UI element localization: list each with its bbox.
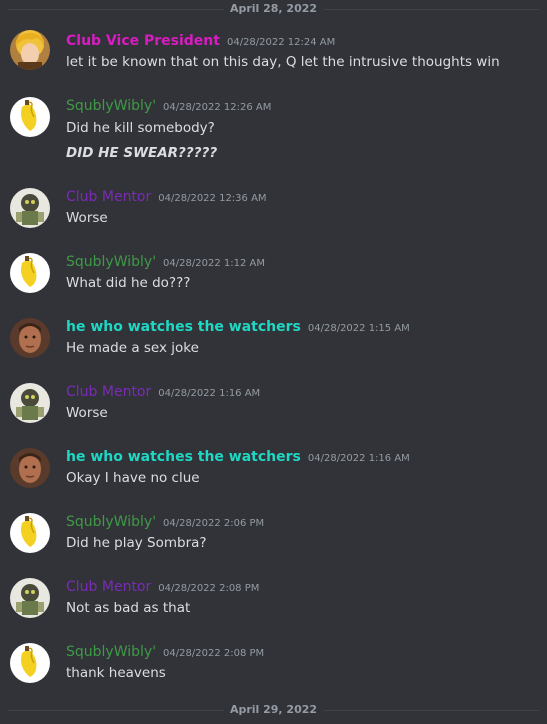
- message-text: Not as bad as that: [66, 600, 191, 616]
- divider-line: [8, 8, 224, 10]
- timestamp: 04/28/2022 12:24 AM: [226, 37, 336, 48]
- timestamp: 04/28/2022 12:36 AM: [158, 193, 267, 204]
- divider-line: [323, 8, 539, 10]
- message-header: he who watches the watchers 04/28/2022 1:…: [66, 316, 410, 339]
- username[interactable]: Club Mentor: [66, 579, 151, 595]
- banana-avatar[interactable]: [10, 513, 50, 553]
- date-divider: April 28, 2022: [8, 0, 539, 19]
- divider-date: April 28, 2022: [229, 2, 318, 15]
- message-header: Club Vice President 04/28/2022 12:24 AM: [66, 30, 335, 53]
- message-text-bold-italic: DID HE SWEAR?????: [66, 145, 218, 161]
- username[interactable]: he who watches the watchers: [66, 319, 301, 335]
- message-header: Club Mentor 04/28/2022 1:16 AM: [66, 381, 260, 404]
- username[interactable]: SqublyWibly': [66, 98, 156, 114]
- date-divider: April 29, 2022: [8, 700, 539, 720]
- timestamp: 04/28/2022 1:15 AM: [307, 323, 410, 334]
- divider-line: [323, 709, 539, 711]
- timestamp: 04/28/2022 1:12 AM: [163, 258, 265, 269]
- message-text: Worse: [66, 405, 108, 421]
- username[interactable]: Club Vice President: [66, 33, 220, 49]
- timestamp: 04/28/2022 1:16 AM: [307, 453, 410, 464]
- message-text: thank heavens: [66, 665, 166, 681]
- message-text: He made a sex joke: [66, 340, 199, 356]
- message-text: Did he kill somebody?: [66, 120, 215, 136]
- username[interactable]: SqublyWibly': [66, 644, 156, 660]
- message-header: he who watches the watchers 04/28/2022 1:…: [66, 446, 410, 469]
- timestamp: 04/28/2022 2:08 PM: [163, 648, 265, 659]
- timestamp: 04/28/2022 1:16 AM: [158, 388, 261, 399]
- message-text: Okay I have no clue: [66, 470, 200, 486]
- message-header: SqublyWibly' 04/28/2022 2:06 PM: [66, 511, 264, 534]
- message-header: SqublyWibly' 04/28/2022 2:08 PM: [66, 641, 264, 664]
- banana-avatar[interactable]: [10, 97, 50, 137]
- message-text: Did he play Sombra?: [66, 535, 207, 551]
- username[interactable]: Club Mentor: [66, 189, 151, 205]
- message-header: Club Mentor 04/28/2022 2:08 PM: [66, 576, 259, 599]
- message-header: Club Mentor 04/28/2022 12:36 AM: [66, 186, 267, 209]
- face-avatar[interactable]: [10, 318, 50, 358]
- face-avatar[interactable]: [10, 448, 50, 488]
- message-text: What did he do???: [66, 275, 191, 291]
- divider-date: April 29, 2022: [229, 703, 318, 716]
- divider-line: [8, 709, 224, 711]
- message-text: let it be known that on this day, Q let …: [66, 54, 500, 70]
- username[interactable]: Club Mentor: [66, 384, 151, 400]
- banana-avatar[interactable]: [10, 253, 50, 293]
- message-header: SqublyWibly' 04/28/2022 12:26 AM: [66, 95, 271, 118]
- timestamp: 04/28/2022 2:06 PM: [163, 518, 265, 529]
- robot-character-avatar[interactable]: [10, 383, 50, 423]
- robot-character-avatar[interactable]: [10, 188, 50, 228]
- robot-character-avatar[interactable]: [10, 578, 50, 618]
- timestamp: 04/28/2022 2:08 PM: [158, 583, 260, 594]
- timestamp: 04/28/2022 12:26 AM: [163, 102, 272, 113]
- message-text: Worse: [66, 210, 108, 226]
- blonde-character-avatar[interactable]: [10, 30, 50, 70]
- username[interactable]: SqublyWibly': [66, 254, 156, 270]
- username[interactable]: he who watches the watchers: [66, 449, 301, 465]
- chat-log: April 28, 2022 Club Vice President 04/28/…: [0, 0, 547, 724]
- banana-avatar[interactable]: [10, 643, 50, 683]
- message-header: SqublyWibly' 04/28/2022 1:12 AM: [66, 251, 265, 274]
- username[interactable]: SqublyWibly': [66, 514, 156, 530]
